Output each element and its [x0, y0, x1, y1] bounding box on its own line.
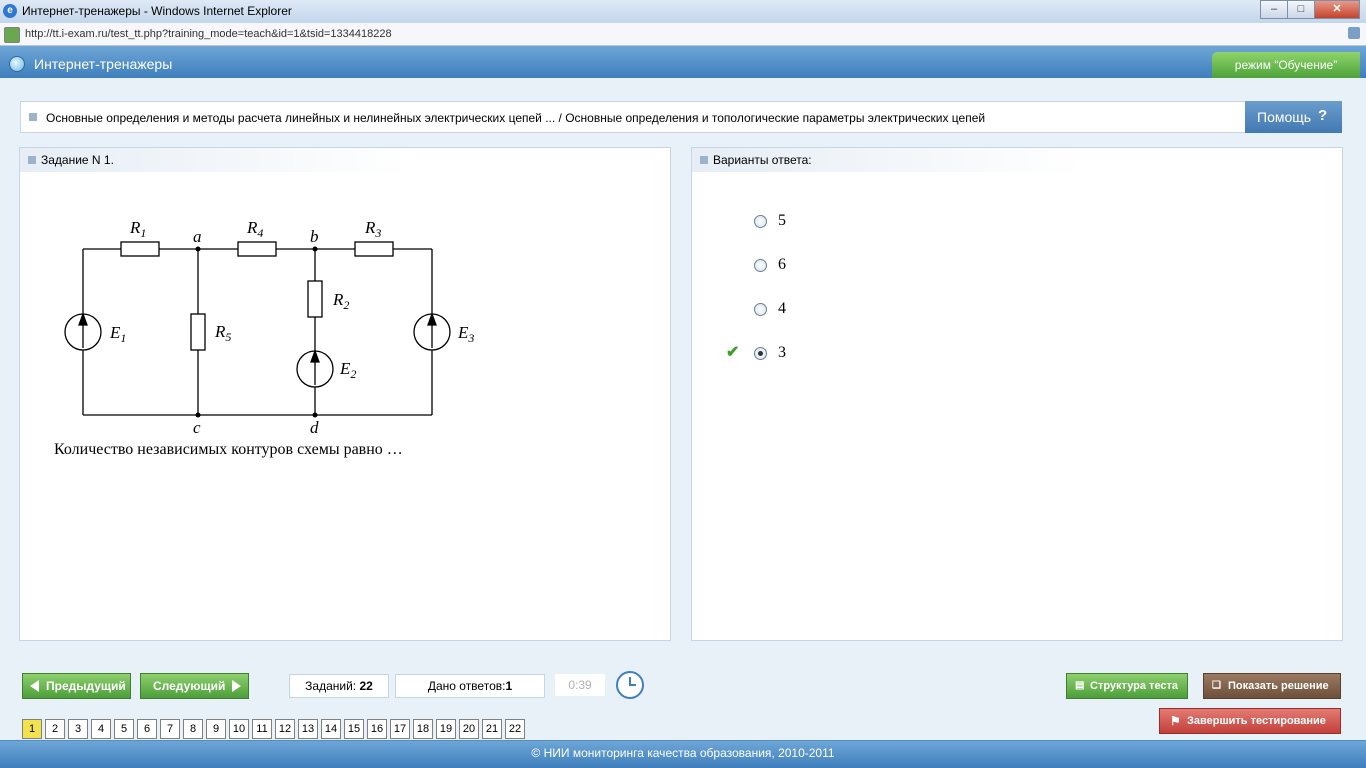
answer-value: 3 [778, 344, 786, 361]
page-button[interactable]: 13 [298, 719, 318, 739]
square-bullet-icon [29, 113, 37, 121]
tasks-counter: Заданий: 22 [289, 674, 389, 698]
help-label: Помощь [1257, 109, 1312, 125]
page-button[interactable]: 3 [68, 719, 88, 739]
url-field[interactable]: http://tt.i-exam.ru/test_tt.php?training… [25, 28, 392, 40]
breadcrumb-text: Основные определения и методы расчета ли… [46, 111, 986, 125]
globe-logo-icon [9, 56, 25, 72]
page-icon [4, 27, 20, 43]
svg-text:E2: E2 [339, 359, 356, 381]
page-button[interactable]: 8 [183, 719, 203, 739]
page-button[interactable]: 2 [45, 719, 65, 739]
page-button[interactable]: 20 [459, 719, 479, 739]
radio-button[interactable] [754, 215, 767, 228]
clock-icon [616, 671, 644, 699]
resistor-r4 [237, 241, 277, 257]
answers-title: Варианты ответа: [713, 153, 812, 167]
answer-value: 6 [778, 256, 786, 273]
running-man-icon: ⚑ [1170, 714, 1181, 728]
svg-text:c: c [193, 418, 201, 437]
rss-icon[interactable] [1348, 27, 1360, 39]
page-button[interactable]: 9 [206, 719, 226, 739]
svg-text:E3: E3 [457, 323, 474, 345]
page-navigator: 1 2 3 4 5 6 7 8 9 10 11 12 13 14 15 16 1… [22, 719, 528, 739]
page-button[interactable]: 16 [367, 719, 387, 739]
help-button[interactable]: Помощь ? [1245, 101, 1342, 133]
svg-text:R2: R2 [332, 290, 349, 312]
close-button[interactable]: ✕ [1314, 0, 1360, 19]
svg-text:a: a [193, 227, 202, 246]
finish-test-button[interactable]: ⚑ Завершить тестирование [1159, 708, 1341, 734]
task-panel: Задание N 1. R1 R4 R3 R2 R5 E1 E2 E3 a b… [19, 147, 671, 641]
tasks-count: 22 [359, 679, 373, 693]
checkmark-icon: ✔ [726, 344, 740, 361]
arrow-left-icon [30, 680, 39, 692]
page-button[interactable]: 14 [321, 719, 341, 739]
page-button[interactable]: 21 [482, 719, 502, 739]
book-icon: ❏ [1212, 680, 1221, 691]
resistor-r1 [120, 241, 160, 257]
answers-panel-header: Варианты ответа: [692, 148, 1082, 172]
resistor-r5 [190, 313, 206, 351]
svg-text:R4: R4 [246, 218, 263, 240]
svg-text:E1: E1 [109, 323, 126, 345]
question-mark-icon: ? [1318, 107, 1328, 124]
page-button[interactable]: 4 [91, 719, 111, 739]
timer: 0:39 [555, 674, 605, 696]
page-button[interactable]: 10 [229, 719, 249, 739]
address-bar: http://tt.i-exam.ru/test_tt.php?training… [0, 23, 1366, 46]
next-button[interactable]: Следующий [140, 673, 249, 699]
page-button[interactable]: 19 [436, 719, 456, 739]
question-text: Количество независимых контуров схемы ра… [54, 441, 403, 458]
radio-button[interactable] [754, 259, 767, 272]
maximize-button[interactable]: □ [1287, 0, 1315, 19]
circuit-diagram: R1 R4 R3 R2 R5 E1 E2 E3 a b c d [64, 218, 474, 437]
page-button[interactable]: 12 [275, 719, 295, 739]
resistor-r3 [354, 241, 394, 257]
arrow-right-icon [232, 680, 241, 692]
show-solution-button[interactable]: ❏ Показать решение [1203, 673, 1341, 699]
radio-button[interactable] [754, 303, 767, 316]
list-icon: ▤ [1075, 680, 1085, 691]
answers-counter: Дано ответов:1 [395, 674, 545, 698]
answers-panel: Варианты ответа: 5 6 4 ✔ 3 [691, 147, 1343, 641]
minimize-button[interactable]: – [1260, 0, 1288, 19]
svg-text:d: d [310, 418, 319, 437]
breadcrumb: Основные определения и методы расчета ли… [20, 101, 1246, 133]
window-title: Интернет-тренажеры - Windows Internet Ex… [22, 4, 292, 18]
answer-value: 4 [778, 300, 786, 317]
page-button[interactable]: 18 [413, 719, 433, 739]
answers-count: 1 [505, 679, 513, 693]
page-button[interactable]: 15 [344, 719, 364, 739]
page-button[interactable]: 11 [252, 719, 272, 739]
footer: © НИИ мониторинга качества образования, … [0, 741, 1366, 768]
window-controls: – □ ✕ [1260, 0, 1360, 19]
radio-button-selected[interactable] [754, 347, 767, 360]
previous-button[interactable]: Предыдущий [22, 673, 131, 699]
svg-text:R1: R1 [129, 218, 146, 240]
resistor-r2 [307, 280, 323, 318]
page-button[interactable]: 22 [505, 719, 525, 739]
svg-text:R5: R5 [214, 322, 231, 344]
test-structure-button[interactable]: ▤ Структура теста [1066, 673, 1188, 699]
ie-icon: e [3, 4, 17, 18]
square-bullet-icon [700, 156, 708, 164]
window-titlebar: e Интернет-тренажеры - Windows Internet … [0, 0, 1366, 24]
page-button[interactable]: 5 [114, 719, 134, 739]
svg-text:R3: R3 [364, 218, 381, 240]
app-name: Интернет-тренажеры [34, 56, 173, 72]
page-button[interactable]: 6 [137, 719, 157, 739]
app-header: Интернет-тренажеры [0, 46, 1366, 78]
page-button[interactable]: 1 [22, 719, 42, 739]
page-button[interactable]: 7 [160, 719, 180, 739]
page-button[interactable]: 17 [390, 719, 410, 739]
answer-value: 5 [778, 212, 786, 229]
mode-badge: режим “Обучение” [1212, 52, 1360, 78]
svg-text:b: b [310, 227, 319, 246]
